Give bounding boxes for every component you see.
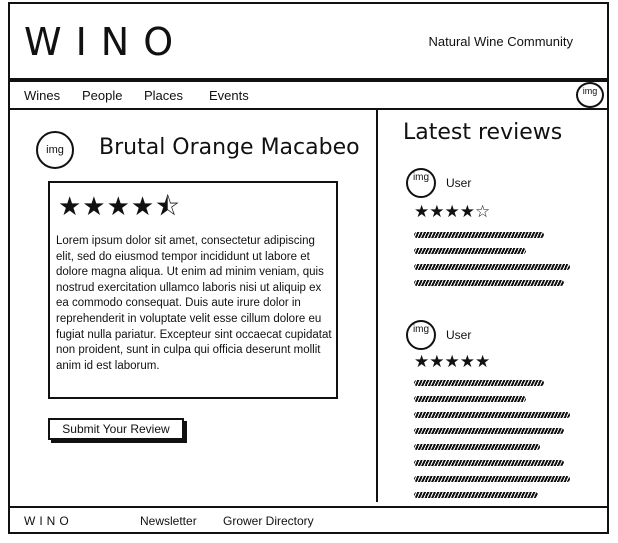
latest-reviews-title: Latest reviews <box>403 120 563 145</box>
site-logo[interactable]: WINO <box>24 20 187 64</box>
review-scribble-text <box>414 248 526 254</box>
user-avatar[interactable]: img <box>576 82 604 108</box>
content-right-border <box>607 110 609 506</box>
review-scribble-text <box>414 264 570 270</box>
nav-item-people[interactable]: People <box>82 88 122 103</box>
reviewer-avatar[interactable]: img <box>406 320 436 350</box>
nav-item-wines[interactable]: Wines <box>24 88 60 103</box>
review-scribble-text <box>414 476 570 482</box>
rating-stars-icon: ★★★★⯪ <box>58 191 181 221</box>
footer-link-newsletter[interactable]: Newsletter <box>140 514 197 528</box>
site-header: WINO Natural Wine Community <box>8 2 609 80</box>
review-scribble-text <box>414 428 564 434</box>
main-nav: Wines People Places Events img <box>8 80 609 110</box>
review-scribble-text <box>414 444 540 450</box>
nav-item-places[interactable]: Places <box>144 88 183 103</box>
product-title: Brutal Orange Macabeo <box>99 135 360 160</box>
nav-item-events[interactable]: Events <box>209 88 249 103</box>
review-scribble-text <box>414 380 544 386</box>
review-scribble-text <box>414 412 570 418</box>
site-tagline: Natural Wine Community <box>428 34 574 49</box>
footer-link-grower-directory[interactable]: Grower Directory <box>223 514 314 528</box>
product-image: img <box>36 131 74 169</box>
review-scribble-text <box>414 396 526 402</box>
review-card: ★★★★⯪ Lorem ipsum dolor sit amet, consec… <box>48 181 338 399</box>
review-stars-icon: ★★★★☆ <box>414 202 491 221</box>
column-divider <box>376 110 378 502</box>
review-text: Lorem ipsum dolor sit amet, consectetur … <box>56 235 332 372</box>
submit-review-button[interactable]: Submit Your Review <box>48 418 184 440</box>
review-scribble-text <box>414 460 564 466</box>
reviewer-name[interactable]: User <box>446 328 471 342</box>
footer-logo[interactable]: WINO <box>24 514 73 528</box>
reviewer-avatar[interactable]: img <box>406 168 436 198</box>
review-scribble-text <box>414 492 538 498</box>
review-scribble-text <box>414 232 544 238</box>
site-footer: WINO Newsletter Grower Directory <box>8 506 609 534</box>
reviewer-name[interactable]: User <box>446 176 471 190</box>
review-stars-icon: ★★★★★ <box>414 352 491 371</box>
review-scribble-text <box>414 280 564 286</box>
